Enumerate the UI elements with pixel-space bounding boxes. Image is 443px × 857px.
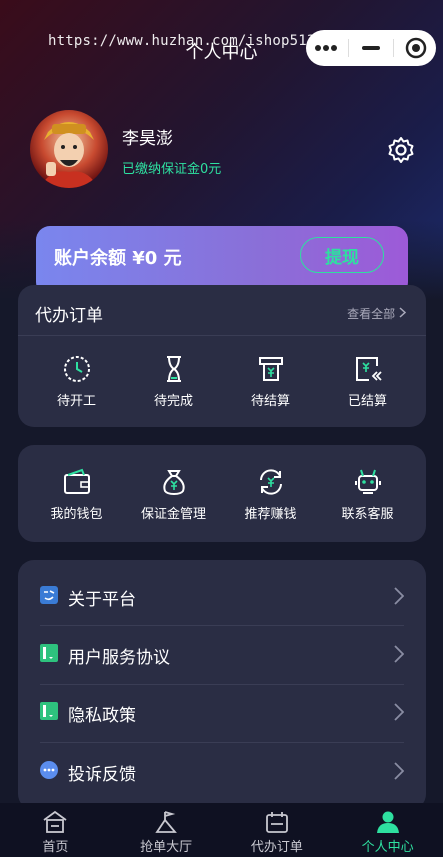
gear-icon[interactable] xyxy=(386,135,416,165)
agreement-icon xyxy=(40,644,58,666)
settings-menu: 关于平台 用户服务协议 隐私政策 投诉反馈 xyxy=(18,560,426,810)
minimize-icon[interactable] xyxy=(353,30,389,66)
menu-label: 隐私政策 xyxy=(68,705,136,726)
feedback-icon xyxy=(40,761,58,783)
contact-support[interactable]: 联系客服 xyxy=(323,467,413,522)
receipt-icon xyxy=(226,354,316,384)
tab-label: 首页 xyxy=(42,840,69,855)
order-settled[interactable]: 已结算 xyxy=(323,354,413,409)
clock-icon xyxy=(32,354,122,384)
menu-item-user-agreement[interactable]: 用户服务协议 xyxy=(40,626,405,684)
menu-label: 投诉反馈 xyxy=(68,764,136,785)
more-icon[interactable] xyxy=(308,30,344,66)
menu-label: 用户服务协议 xyxy=(68,647,170,668)
tab-label: 个人中心 xyxy=(361,840,414,855)
order-label: 待结算 xyxy=(250,394,290,409)
close-target-icon[interactable] xyxy=(398,30,434,66)
tab-agent-orders[interactable]: 代办订单 xyxy=(222,803,333,857)
service-label: 保证金管理 xyxy=(140,507,206,522)
watermark-text: https://www.huzhan.com/ishop51386 xyxy=(48,33,333,49)
about-icon xyxy=(40,586,58,608)
calendar-icon xyxy=(222,810,333,834)
deposit-status: 已缴纳保证金0元 xyxy=(122,162,222,177)
flag-icon xyxy=(111,810,222,834)
tab-label: 代办订单 xyxy=(250,840,303,855)
chevron-right-icon xyxy=(394,645,405,667)
tab-label: 抢单大厅 xyxy=(140,840,193,855)
menu-label: 关于平台 xyxy=(68,589,136,610)
order-pending-start[interactable]: 待开工 xyxy=(32,354,122,409)
capsule-divider xyxy=(348,39,349,57)
order-label: 已结算 xyxy=(347,394,387,409)
tab-order-hall[interactable]: 抢单大厅 xyxy=(111,803,222,857)
service-label: 我的钱包 xyxy=(50,507,103,522)
settled-icon xyxy=(323,354,413,384)
person-icon xyxy=(332,810,443,834)
chevron-right-icon xyxy=(394,703,405,725)
service-label: 联系客服 xyxy=(341,507,394,522)
user-name: 李昊澎 xyxy=(122,129,173,149)
chevron-right-icon xyxy=(394,587,405,609)
order-pending-settle[interactable]: 待结算 xyxy=(226,354,316,409)
wallet-icon xyxy=(32,467,122,497)
robot-icon xyxy=(323,467,413,497)
withdraw-button[interactable]: 提现 xyxy=(300,237,384,273)
order-label: 待开工 xyxy=(56,394,96,409)
view-all-label: 查看全部 xyxy=(347,307,396,321)
orders-title: 代办订单 xyxy=(35,306,103,326)
privacy-icon xyxy=(40,702,58,724)
menu-item-privacy[interactable]: 隐私政策 xyxy=(40,684,405,742)
orders-card: 代办订单 查看全部 待开工 待完成 待结算 已结算 xyxy=(18,285,426,427)
orders-header: 代办订单 查看全部 xyxy=(18,285,426,336)
menu-item-feedback[interactable]: 投诉反馈 xyxy=(40,743,405,801)
order-pending-complete[interactable]: 待完成 xyxy=(129,354,219,409)
bottom-tab-bar: 首页 抢单大厅 代办订单 个人中心 xyxy=(0,803,443,857)
view-all-link[interactable]: 查看全部 xyxy=(347,305,407,322)
home-icon xyxy=(0,810,111,834)
capsule-divider xyxy=(393,39,394,57)
hourglass-icon xyxy=(129,354,219,384)
referral-earn[interactable]: 推荐赚钱 xyxy=(226,467,316,522)
refresh-yen-icon xyxy=(226,467,316,497)
service-label: 推荐赚钱 xyxy=(244,507,297,522)
chevron-right-icon xyxy=(399,307,407,321)
chevron-right-icon xyxy=(394,762,405,784)
balance-amount: 账户余额 ¥0 元 xyxy=(54,248,182,269)
tab-profile[interactable]: 个人中心 xyxy=(332,803,443,857)
tab-home[interactable]: 首页 xyxy=(0,803,111,857)
avatar[interactable] xyxy=(30,110,108,188)
money-bag-icon xyxy=(129,467,219,497)
deposit-management[interactable]: 保证金管理 xyxy=(129,467,219,522)
services-card: 我的钱包 保证金管理 推荐赚钱 联系客服 xyxy=(18,445,426,542)
menu-item-about[interactable]: 关于平台 xyxy=(40,568,405,626)
my-wallet[interactable]: 我的钱包 xyxy=(32,467,122,522)
mini-program-capsule xyxy=(306,30,436,66)
order-label: 待完成 xyxy=(153,394,193,409)
